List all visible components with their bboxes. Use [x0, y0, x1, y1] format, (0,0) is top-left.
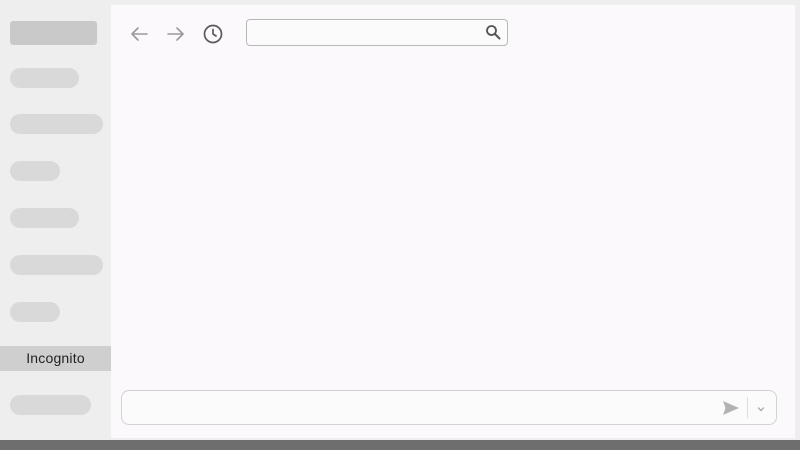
- sidebar-item-placeholder[interactable]: [10, 114, 103, 134]
- arrow-left-icon[interactable]: [127, 22, 151, 46]
- message-composer[interactable]: [121, 390, 777, 425]
- magnifier-icon[interactable]: [485, 24, 501, 40]
- sidebar: Incognito: [0, 0, 111, 440]
- paper-plane-icon[interactable]: [722, 400, 740, 416]
- sidebar-item-placeholder[interactable]: [10, 302, 60, 322]
- address-input[interactable]: [253, 22, 477, 44]
- history-clock-icon[interactable]: [201, 22, 225, 46]
- sidebar-header-placeholder: [10, 21, 97, 45]
- arrow-right-icon[interactable]: [164, 22, 188, 46]
- taskbar: [0, 440, 800, 450]
- sidebar-item-placeholder[interactable]: [10, 255, 103, 275]
- sidebar-item-incognito[interactable]: Incognito: [0, 346, 111, 371]
- address-bar[interactable]: [246, 19, 508, 46]
- sidebar-item-placeholder[interactable]: [10, 208, 79, 228]
- message-input[interactable]: [132, 397, 716, 419]
- sidebar-item-placeholder[interactable]: [10, 161, 60, 181]
- sidebar-item-placeholder[interactable]: [10, 68, 79, 88]
- sidebar-item-placeholder[interactable]: [10, 395, 91, 415]
- chevron-down-icon[interactable]: [755, 402, 767, 414]
- content-area: [111, 5, 795, 438]
- composer-divider: [747, 397, 748, 418]
